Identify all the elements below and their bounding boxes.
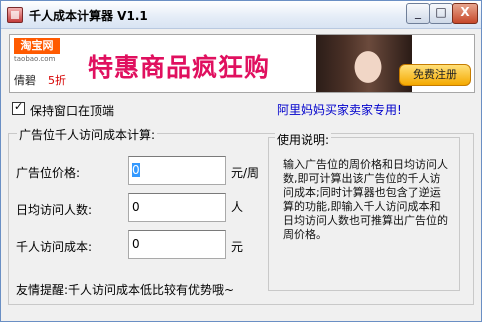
minimize-button[interactable]: _	[406, 3, 430, 24]
ad-banner[interactable]: 淘宝网 taobao.com 倩碧 5折 特惠商品疯狂购 免费注册	[9, 34, 475, 93]
cpm-label: 千人访问成本:	[16, 240, 93, 254]
title-bar[interactable]: 千人成本计算器 V1.1 _ □ X	[1, 1, 481, 29]
taobao-logo: 淘宝网	[14, 38, 60, 54]
banner-promo-text: 特惠商品疯狂购	[88, 53, 271, 82]
calculator-group-title: 广告位千人访问成本计算:	[17, 126, 158, 143]
alimama-link[interactable]: 阿里妈妈买家卖家专用!	[277, 101, 402, 118]
free-register-button[interactable]: 免费注册	[399, 64, 471, 86]
daily-visitors-value: 0	[132, 200, 140, 214]
daily-visitors-label: 日均访问人数:	[16, 203, 93, 217]
minimize-icon: _	[415, 5, 421, 19]
cpm-value: 0	[132, 237, 140, 251]
ad-price-unit: 元/周	[231, 166, 260, 180]
app-window: 千人成本计算器 V1.1 _ □ X 淘宝网 taobao.com 倩碧 5折 …	[0, 0, 482, 322]
daily-visitors-input[interactable]: 0	[128, 193, 226, 222]
cpm-input[interactable]: 0	[128, 230, 226, 259]
ad-price-value: 0	[132, 163, 140, 177]
ad-price-input[interactable]: 0	[128, 156, 226, 185]
banner-brand: 倩碧	[14, 74, 36, 87]
maximize-button[interactable]: □	[429, 3, 453, 24]
stay-on-top-label[interactable]: 保持窗口在顶端	[30, 102, 114, 119]
calculator-app-icon	[7, 7, 23, 23]
window-title: 千人成本计算器 V1.1	[29, 9, 148, 23]
help-text: 输入广告位的周价格和日均访问人数,即可计算出该广告位的千人访问成本;同时计算器也…	[283, 158, 448, 241]
stay-on-top-checkbox[interactable]	[12, 100, 25, 115]
friendly-tip: 友情提醒:千人访问成本低比较有优势哦~	[16, 283, 235, 297]
close-icon: X	[460, 5, 470, 19]
cpm-unit: 元	[231, 240, 244, 254]
banner-model-photo	[316, 35, 412, 92]
banner-discount: 5折	[48, 74, 66, 87]
maximize-icon: □	[435, 5, 447, 19]
close-button[interactable]: X	[452, 3, 478, 24]
ad-price-label: 广告位价格:	[16, 166, 81, 180]
help-title: 使用说明:	[275, 131, 332, 148]
taobao-domain: taobao.com	[14, 55, 56, 63]
help-box: 使用说明: 输入广告位的周价格和日均访问人数,即可计算出该广告位的千人访问成本;…	[268, 131, 460, 291]
daily-visitors-unit: 人	[231, 200, 244, 214]
